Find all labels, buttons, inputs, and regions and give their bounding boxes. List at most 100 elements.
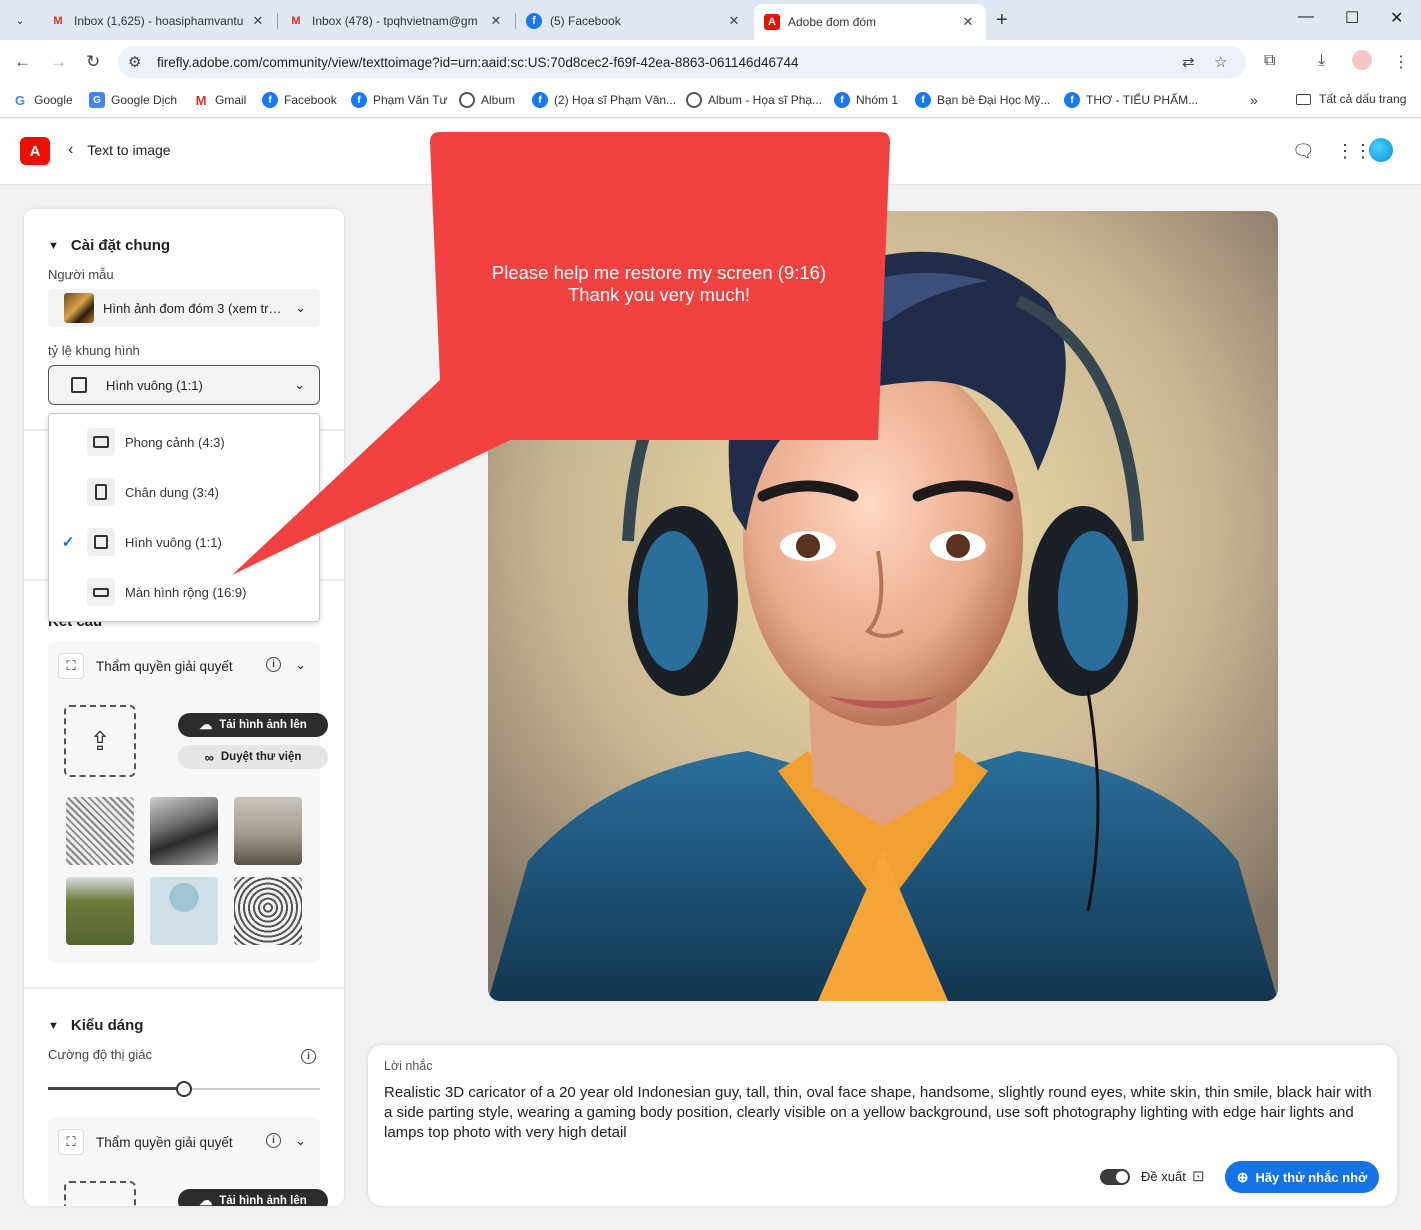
facebook-icon: f — [834, 92, 850, 108]
bookmark-hoa-si-1[interactable]: f (2) Họa sĩ Phạm Văn... — [532, 92, 676, 108]
section-divider — [24, 987, 344, 989]
ratio-option-widescreen[interactable]: Màn hình rộng (16:9) — [49, 570, 319, 614]
all-bookmarks[interactable]: Tất cả dấu trang — [1296, 92, 1406, 106]
close-tab-icon[interactable]: ✕ — [250, 13, 266, 29]
bookmark-tho[interactable]: f THƠ - TIỂU PHẨM... — [1064, 92, 1198, 108]
reference-label: Thẩm quyền giải quyết — [96, 658, 233, 674]
close-tab-icon[interactable]: ✕ — [488, 13, 504, 29]
sample-thumbnail-sphere[interactable] — [150, 877, 218, 945]
section-title: Kiểu dáng — [70, 1017, 144, 1034]
user-avatar[interactable] — [1369, 138, 1393, 162]
facebook-icon: f — [526, 13, 542, 29]
minimize-icon[interactable]: — — [1298, 8, 1314, 26]
structure-reference-header[interactable]: ⛶ Thẩm quyền giải quyết — [58, 653, 233, 679]
bubble-line-1: Please help me restore my screen (9:16) — [491, 262, 827, 283]
address-toolbar: ← → ↻ ⚙ firefly.adobe.com/community/view… — [0, 40, 1421, 84]
style-upload-dropzone[interactable]: ⇪ — [64, 1181, 136, 1206]
generated-image[interactable] — [488, 211, 1278, 1001]
aspect-ratio-dropdown[interactable]: Hình vuông (1:1) ⌄ — [48, 365, 320, 405]
bookmark-label: THƠ - TIỂU PHẨM... — [1086, 93, 1199, 107]
bookmark-star-icon[interactable]: ☆ — [1214, 53, 1227, 71]
ratio-option-landscape[interactable]: Phong cảnh (4:3) — [49, 420, 319, 464]
facebook-icon: f — [915, 92, 931, 108]
more-menu-icon[interactable]: ⋮ — [1393, 52, 1409, 72]
style-reference-box: ⛶ Thẩm quyền giải quyết i ⌄ ⇪ ☁ Tải hình … — [48, 1117, 328, 1206]
globe-icon — [686, 92, 702, 108]
sample-thumbnail-road[interactable] — [66, 877, 134, 945]
gmail-icon: M — [53, 15, 63, 27]
extensions-icon[interactable]: ⧉ — [1264, 52, 1275, 70]
bookmark-facebook[interactable]: f Facebook — [262, 92, 337, 108]
close-window-icon[interactable]: ✕ — [1390, 8, 1403, 28]
bookmark-album[interactable]: Album — [459, 92, 515, 108]
bookmark-ban-be[interactable]: f Bạn bè Đại Học Mỹ... — [915, 92, 1050, 108]
site-settings-icon[interactable]: ⚙ — [128, 53, 141, 71]
new-tab-icon[interactable]: + — [996, 9, 1008, 32]
bookmark-album-hoa-si[interactable]: Album - Họa sĩ Phạ... — [686, 92, 822, 108]
image-upload-icon: ⇪ — [89, 725, 111, 756]
suggestions-toggle[interactable] — [1100, 1169, 1130, 1185]
tab-adobe-firefly[interactable]: A Adobe đom đóm ✕ — [754, 4, 986, 40]
ratio-option-square[interactable]: ✓ Hình vuông (1:1) — [49, 520, 319, 564]
visual-intensity-label: Cường độ thị giác — [48, 1047, 152, 1062]
upload-image-button[interactable]: ☁ Tải hình ảnh lên — [178, 713, 328, 737]
model-dropdown[interactable]: Hình ảnh đom đóm 3 (xem trước) ⌄ — [48, 289, 320, 327]
sample-thumbnail-mountains[interactable] — [150, 797, 218, 865]
translate-icon: G — [89, 92, 105, 108]
bubble-line-2: Thank you very much! — [568, 284, 750, 305]
tab-gmail-2[interactable]: M Inbox (478) - tpqhvietnam@gm ✕ — [278, 6, 514, 36]
button-label: Tải hình ảnh lên — [219, 1195, 307, 1206]
sample-thumbnail-living-room[interactable] — [234, 797, 302, 865]
adobe-logo[interactable]: A — [20, 137, 50, 165]
reload-icon[interactable]: ↻ — [86, 52, 100, 72]
back-arrow-icon[interactable]: ← — [14, 52, 31, 72]
style-upload-image-button[interactable]: ☁ Tải hình ảnh lên — [178, 1189, 328, 1206]
feedback-icon[interactable]: 🗨 — [1292, 141, 1315, 162]
adobe-icon: A — [764, 14, 780, 30]
bookmark-nhom-1[interactable]: f Nhóm 1 — [834, 92, 898, 108]
ratio-option-portrait[interactable]: Chân dung (3:4) — [49, 470, 319, 514]
bookmark-gmail[interactable]: M Gmail — [193, 92, 246, 108]
generated-portrait-illustration — [488, 211, 1278, 1001]
sample-thumbnail-bird-sketch[interactable] — [66, 797, 134, 865]
profile-avatar[interactable] — [1352, 50, 1372, 70]
maximize-icon[interactable]: ☐ — [1345, 8, 1359, 28]
visual-intensity-knob[interactable] — [176, 1081, 192, 1097]
suggestions-icon[interactable]: ⊡ — [1192, 1167, 1205, 1185]
info-icon[interactable]: i — [266, 1133, 281, 1148]
close-tab-icon[interactable]: ✕ — [960, 14, 976, 30]
translate-icon[interactable]: ⇄ — [1182, 53, 1195, 71]
model-thumbnail — [64, 293, 94, 323]
button-label: Hãy thử nhắc nhở — [1255, 1169, 1368, 1185]
chevron-down-icon[interactable]: ⌄ — [295, 657, 306, 673]
try-prompt-button[interactable]: ⊕ Hãy thử nhắc nhở — [1225, 1161, 1379, 1193]
cloud-upload-icon: ☁ — [199, 717, 213, 732]
chevron-down-icon[interactable]: ⌄ — [295, 1133, 306, 1149]
omnibox[interactable]: ⚙ firefly.adobe.com/community/view/textt… — [118, 46, 1246, 78]
more-bookmarks-icon[interactable]: » — [1250, 92, 1258, 108]
bookmark-label: Album - Họa sĩ Phạ... — [708, 93, 823, 107]
tab-gmail-1[interactable]: M Inbox (1,625) - hoasiphamvantu ✕ — [40, 6, 276, 36]
bookmark-google-translate[interactable]: G Google Dịch — [89, 92, 177, 108]
upload-dropzone[interactable]: ⇪ — [64, 705, 136, 777]
back-to-text-to-image[interactable]: ‹ Text to image — [68, 141, 171, 159]
general-settings-header[interactable]: ▼ Cài đặt chung — [48, 237, 170, 254]
option-label: Màn hình rộng (16:9) — [125, 584, 247, 600]
url-text[interactable]: firefly.adobe.com/community/view/texttoi… — [157, 55, 799, 70]
tab-search-icon[interactable]: ⌄ — [8, 8, 32, 32]
info-icon[interactable]: i — [266, 657, 281, 672]
download-icon[interactable]: ⤓ — [1318, 52, 1325, 70]
browse-library-button[interactable]: ∞ Duyệt thư viện — [178, 745, 328, 769]
close-tab-icon[interactable]: ✕ — [726, 13, 742, 29]
sample-thumbnail-owl[interactable] — [234, 877, 302, 945]
bookmark-google[interactable]: G Google — [12, 92, 73, 108]
bookmark-pham-van-tu[interactable]: f Phạm Văn Tư — [351, 92, 448, 108]
globe-icon — [459, 92, 475, 108]
tab-facebook[interactable]: f (5) Facebook ✕ — [516, 6, 752, 36]
info-icon[interactable]: i — [301, 1049, 316, 1064]
style-reference-header[interactable]: ⛶ Thẩm quyền giải quyết — [58, 1129, 233, 1155]
prompt-textarea[interactable]: Realistic 3D caricator of a 20 year old … — [384, 1083, 1384, 1143]
forward-arrow-icon[interactable]: → — [50, 52, 67, 72]
style-header[interactable]: ▼ Kiểu dáng — [48, 1017, 143, 1034]
chevron-down-icon: ▼ — [48, 239, 59, 252]
